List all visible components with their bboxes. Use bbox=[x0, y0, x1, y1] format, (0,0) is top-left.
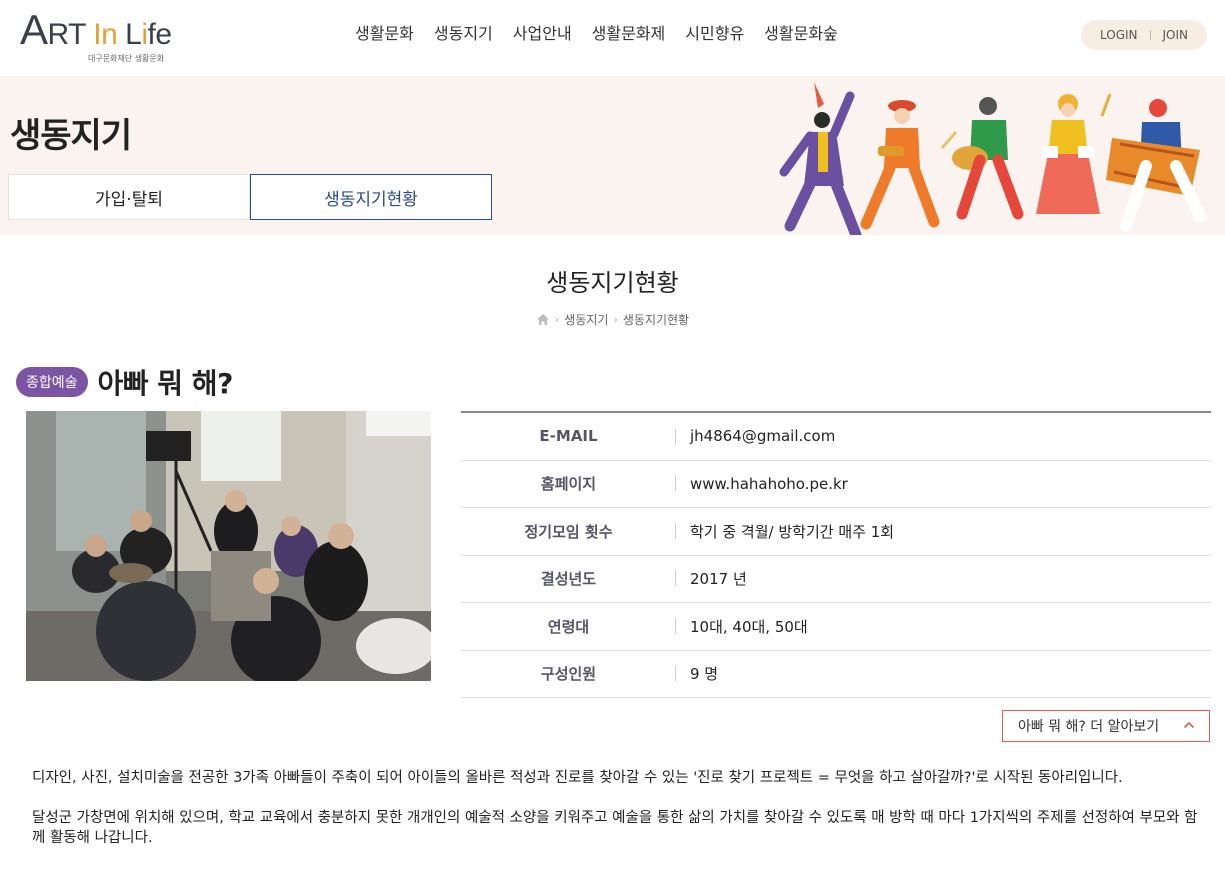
auth-box: LOGIN JOIN bbox=[1081, 20, 1207, 50]
chevron-right-icon: › bbox=[613, 313, 618, 326]
page-title: 생동지기현황 bbox=[546, 269, 679, 297]
breadcrumb: › 생동지기 › 생동지기현황 bbox=[0, 311, 1225, 328]
breadcrumb-item[interactable]: 생동지기 bbox=[564, 311, 608, 328]
club-description: 디자인, 사진, 설치미술을 전공한 3가족 아빠들이 주축이 되어 아이들의 … bbox=[32, 768, 1202, 868]
chevron-up-icon bbox=[1183, 721, 1195, 729]
home-icon[interactable] bbox=[536, 313, 550, 326]
banner-title: 생동지기 bbox=[10, 116, 132, 156]
category-badge: 종합예술 bbox=[16, 367, 88, 397]
site-header: ART In Life 대구문화재단 생활문화 생활문화 생동지기 사업안내 생… bbox=[0, 0, 1225, 76]
info-label: 구성인원 bbox=[461, 663, 676, 684]
club-heading: 종합예술 아빠 뭐 해? bbox=[16, 362, 233, 402]
section-banner: 생동지기 가입·탈퇴 생동지기현황 bbox=[0, 76, 1225, 235]
info-row-age-group: 연령대 10대, 40대, 50대 bbox=[461, 603, 1211, 651]
info-value: 학기 중 격월/ 방학기간 매주 1회 bbox=[690, 522, 895, 541]
join-link[interactable]: JOIN bbox=[1163, 28, 1189, 42]
logo-wordmark: ART In Life bbox=[20, 6, 172, 53]
nav-item-business[interactable]: 사업안내 bbox=[513, 22, 572, 46]
auth-divider bbox=[1149, 30, 1151, 40]
info-value-homepage[interactable]: www.hahahoho.pe.kr bbox=[676, 475, 848, 493]
breadcrumb-item-current[interactable]: 생동지기현황 bbox=[623, 311, 689, 328]
learn-more-button[interactable]: 아빠 뭐 해? 더 알아보기 bbox=[1002, 710, 1210, 742]
tab-status[interactable]: 생동지기현황 bbox=[250, 174, 492, 220]
info-row-members: 구성인원 9 명 bbox=[461, 651, 1211, 698]
site-logo[interactable]: ART In Life 대구문화재단 생활문화 bbox=[20, 6, 172, 66]
nav-item-citizen[interactable]: 시민향유 bbox=[685, 22, 744, 46]
logo-subtitle: 대구문화재단 생활문화 bbox=[88, 54, 165, 63]
nav-item-saengdong[interactable]: 생동지기 bbox=[434, 22, 493, 46]
chevron-right-icon: › bbox=[554, 313, 560, 326]
club-name: 아빠 뭐 해? bbox=[97, 367, 234, 400]
login-link[interactable]: LOGIN bbox=[1100, 28, 1138, 42]
info-row-homepage: 홈페이지 www.hahahoho.pe.kr bbox=[461, 461, 1211, 508]
info-value: 2017 년 bbox=[690, 570, 747, 589]
info-row-email: E-MAIL jh4864@gmail.com bbox=[461, 413, 1211, 461]
info-value: 9 명 bbox=[690, 665, 719, 684]
performers-illustration bbox=[779, 82, 1206, 235]
main-nav: 생활문화 생동지기 사업안내 생활문화제 시민향유 생활문화숲 bbox=[345, 22, 848, 46]
info-value-email[interactable]: jh4864@gmail.com bbox=[676, 427, 835, 445]
description-paragraph: 달성군 가창면에 위치해 있으며, 학교 교육에서 충분하지 못한 개개인의 예… bbox=[32, 810, 1198, 846]
info-label: 결성년도 bbox=[461, 568, 676, 589]
info-label: 연령대 bbox=[461, 616, 676, 637]
nav-item-forest[interactable]: 생활문화숲 bbox=[764, 22, 838, 46]
info-label: E-MAIL bbox=[461, 427, 676, 446]
tab-join-leave[interactable]: 가입·탈퇴 bbox=[8, 174, 250, 220]
info-label: 홈페이지 bbox=[461, 473, 676, 494]
nav-item-lifestyle-culture[interactable]: 생활문화 bbox=[355, 22, 414, 46]
info-label: 정기모임 횟수 bbox=[461, 521, 676, 542]
sub-tabs: 가입·탈퇴 생동지기현황 bbox=[8, 174, 492, 220]
nav-item-festival[interactable]: 생활문화제 bbox=[592, 22, 666, 46]
club-photo bbox=[26, 411, 431, 681]
info-row-founded-year: 결성년도 2017 년 bbox=[461, 556, 1211, 603]
club-info-table: E-MAIL jh4864@gmail.com 홈페이지 www.hahahoh… bbox=[461, 411, 1211, 698]
info-row-meeting-frequency: 정기모임 횟수 학기 중 격월/ 방학기간 매주 1회 bbox=[461, 508, 1211, 556]
info-value: 10대, 40대, 50대 bbox=[690, 617, 808, 636]
learn-more-label: 아빠 뭐 해? 더 알아보기 bbox=[1018, 719, 1160, 735]
description-paragraph: 디자인, 사진, 설치미술을 전공한 3가족 아빠들이 주축이 되어 아이들의 … bbox=[32, 770, 1123, 786]
